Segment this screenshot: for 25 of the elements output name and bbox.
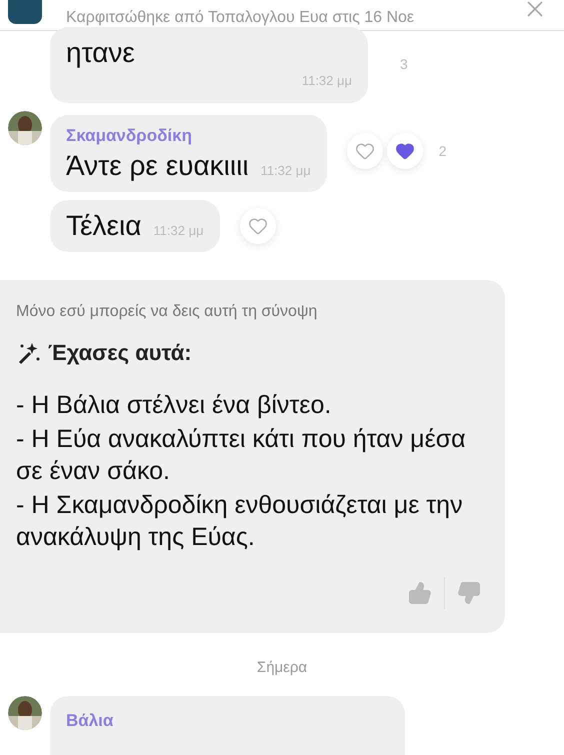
- message-text: Τέλεια: [66, 209, 142, 243]
- summary-line: - Η Βάλια στέλνει ένα βίντεο.: [16, 390, 332, 421]
- pinned-thumbnail-icon: [8, 0, 42, 24]
- summary-line: - Η Εύα ανακαλύπτει κάτι που ήταν μέσα σε έναν σάκο.: [16, 424, 466, 487]
- heart-icon: [394, 141, 415, 162]
- reaction-count: 3: [399, 55, 408, 74]
- date-divider: Σήμερα: [256, 658, 308, 678]
- heart-reaction-button[interactable]: [240, 208, 276, 244]
- thumbs-down-button[interactable]: [457, 581, 481, 605]
- heart-reaction-button[interactable]: [346, 133, 383, 170]
- sender-name: Βάλια: [66, 710, 114, 730]
- reaction-count: 2: [438, 142, 447, 161]
- heart-icon: [354, 141, 375, 162]
- pinned-subtitle: Καρφιτσώθηκε από Τοπαλογλου Ευα στις 16 Νοε: [66, 8, 414, 28]
- summary-note: Μόνο εσύ μπορείς να δεις αυτή τη σύνοψη: [16, 302, 318, 322]
- pinned-bar[interactable]: Καρφιτσώθηκε από Τοπαλογλου Ευα στις 16 Νοε: [0, 0, 564, 31]
- summary-title: Έχασες αυτά:: [48, 339, 192, 367]
- message-text: ητανε: [66, 36, 136, 70]
- thumbs-up-button[interactable]: [408, 581, 432, 605]
- message-text: Άντε ρε ευακιιιι: [66, 149, 249, 183]
- summary-line: - Η Σκαμανδροδίκη ενθουσιάζεται με την ανακάλυψη της Εύας.: [16, 490, 464, 553]
- heart-reaction-button[interactable]: [386, 133, 423, 170]
- sender-name: Σκαμανδροδίκη: [66, 124, 193, 146]
- magic-wand-icon: [16, 340, 40, 364]
- heart-icon: [248, 216, 268, 236]
